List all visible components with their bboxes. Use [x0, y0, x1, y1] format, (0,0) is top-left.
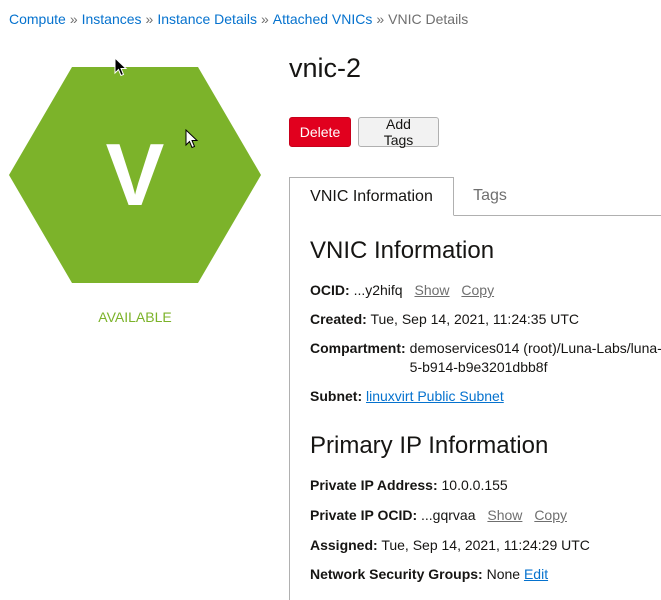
tab-vnic-information[interactable]: VNIC Information — [289, 177, 454, 216]
tab-content-panel: VNIC Information OCID: ...y2hifq Show Co… — [289, 215, 661, 600]
breadcrumb: Compute» Instances» Instance Details» Attac… — [9, 11, 468, 27]
private-ip-label: Private IP Address: — [310, 477, 438, 493]
assigned-value: Tue, Sep 14, 2021, 11:24:29 UTC — [381, 537, 590, 553]
breadcrumb-attached-vnics[interactable]: Attached VNICs — [273, 11, 373, 27]
private-ip-value: 10.0.0.155 — [441, 477, 508, 493]
subnet-label: Subnet: — [310, 388, 363, 404]
private-ip-ocid-value: ...gqrvaa — [421, 507, 476, 523]
private-ip-ocid-label: Private IP OCID: — [310, 507, 418, 523]
lifecycle-state-label: AVAILABLE — [98, 309, 172, 325]
breadcrumb-instance-details[interactable]: Instance Details — [157, 11, 257, 27]
nsg-value: None — [486, 566, 521, 582]
vnic-details-page: Compute» Instances» Instance Details» Attac… — [0, 0, 661, 600]
breadcrumb-separator: » — [260, 11, 269, 27]
ocid-copy-link[interactable]: Copy — [461, 282, 494, 298]
compartment-label: Compartment: — [310, 340, 406, 356]
created-label: Created: — [310, 311, 367, 327]
private-ip-ocid-copy-link[interactable]: Copy — [534, 507, 567, 523]
created-field: Created: Tue, Sep 14, 2021, 11:24:35 UTC — [310, 310, 579, 329]
tab-bar: VNIC Information Tags — [289, 177, 661, 216]
breadcrumb-compute[interactable]: Compute — [9, 11, 66, 27]
ocid-show-link[interactable]: Show — [414, 282, 449, 298]
breadcrumb-instances[interactable]: Instances — [82, 11, 142, 27]
mouse-cursor-icon — [185, 129, 199, 149]
compartment-value: demoservices014 (root)/Luna-Labs/luna-5-… — [409, 340, 661, 375]
status-hexagon-badge: V — [9, 67, 261, 283]
breadcrumb-separator: » — [69, 11, 78, 27]
nsg-field: Network Security Groups: None Edit — [310, 565, 548, 584]
ocid-label: OCID: — [310, 282, 350, 298]
nsg-edit-link[interactable]: Edit — [524, 566, 548, 582]
breadcrumb-separator: » — [145, 11, 154, 27]
delete-button[interactable]: Delete — [289, 117, 351, 147]
status-letter: V — [105, 125, 165, 224]
assigned-field: Assigned: Tue, Sep 14, 2021, 11:24:29 UT… — [310, 536, 590, 555]
private-ip-field: Private IP Address: 10.0.0.155 — [310, 476, 508, 495]
private-ip-ocid-field: Private IP OCID: ...gqrvaa Show Copy — [310, 506, 567, 525]
private-ip-ocid-show-link[interactable]: Show — [487, 507, 522, 523]
tab-tags[interactable]: Tags — [461, 176, 519, 215]
ocid-value: ...y2hifq — [353, 282, 403, 298]
created-value: Tue, Sep 14, 2021, 11:24:35 UTC — [370, 311, 580, 327]
assigned-label: Assigned: — [310, 537, 378, 553]
breadcrumb-current: VNIC Details — [388, 11, 469, 27]
vnic-information-heading: VNIC Information — [310, 237, 495, 264]
nsg-label: Network Security Groups: — [310, 566, 483, 582]
page-title: vnic-2 — [289, 53, 362, 83]
subnet-link[interactable]: linuxvirt Public Subnet — [366, 388, 504, 404]
primary-ip-heading: Primary IP Information — [310, 432, 549, 459]
compartment-field: Compartment: demoservices014 (root)/Luna… — [310, 339, 661, 377]
add-tags-button[interactable]: Add Tags — [358, 116, 439, 148]
subnet-field: Subnet: linuxvirt Public Subnet — [310, 387, 504, 406]
breadcrumb-separator: » — [376, 11, 385, 27]
ocid-field: OCID: ...y2hifq Show Copy — [310, 281, 494, 300]
mouse-cursor-icon — [114, 57, 128, 77]
